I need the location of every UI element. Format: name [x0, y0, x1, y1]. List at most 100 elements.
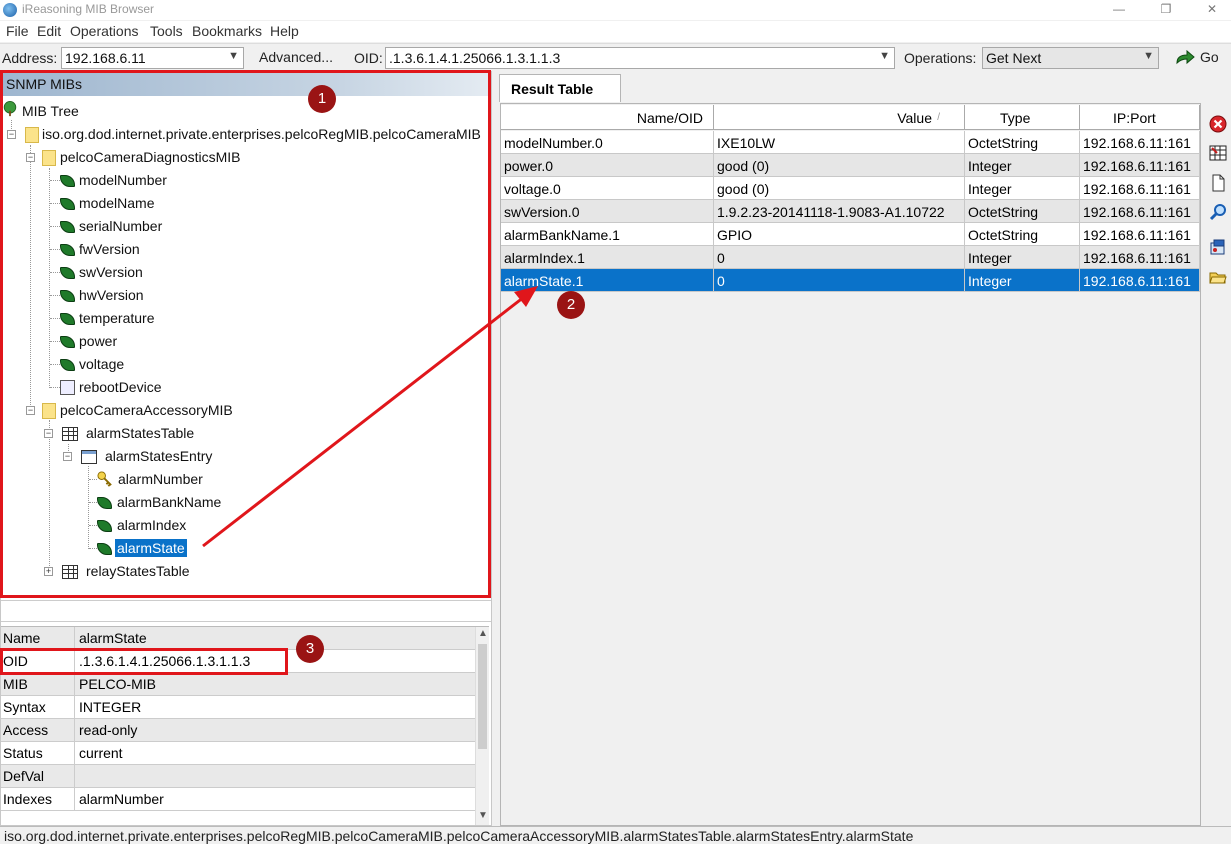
stop-icon[interactable]: [1209, 115, 1227, 133]
property-row: DefVal: [1, 765, 475, 788]
menu-file[interactable]: File: [6, 23, 29, 39]
address-value: 192.168.6.11: [65, 50, 146, 66]
cell-name: power.0: [501, 154, 714, 177]
column-label: Value: [897, 110, 932, 126]
column-header-value[interactable]: Value /: [714, 105, 965, 130]
cell-value: GPIO: [714, 223, 965, 246]
cell-ip-port: 192.168.6.11:161: [1080, 131, 1200, 154]
table-row[interactable]: alarmIndex.1 0 Integer 192.168.6.11:161: [501, 246, 1200, 269]
menu-bar: File Edit Operations Tools Bookmarks Hel…: [0, 21, 1231, 42]
cell-ip-port: 192.168.6.11:161: [1080, 154, 1200, 177]
cell-name: modelNumber.0: [501, 131, 714, 154]
property-value: alarmNumber: [79, 791, 164, 807]
go-arrow-icon: [1176, 50, 1195, 65]
table-row[interactable]: swVersion.0 1.9.2.23-20141118-1.9083-A1.…: [501, 200, 1200, 223]
cell-value: IXE10LW: [714, 131, 965, 154]
grid-icon[interactable]: [1209, 144, 1227, 162]
menu-edit[interactable]: Edit: [37, 23, 61, 39]
cell-name: alarmState.1: [501, 269, 714, 292]
column-header-name-oid[interactable]: Name/OID: [501, 105, 714, 130]
property-row: Status current: [1, 742, 475, 765]
cell-value: 1.9.2.23-20141118-1.9083-A1.10722: [714, 200, 965, 223]
cell-name: alarmIndex.1: [501, 246, 714, 269]
menu-bookmarks[interactable]: Bookmarks: [192, 23, 262, 39]
column-header-ip-port[interactable]: IP:Port: [1080, 105, 1200, 130]
cell-name: voltage.0: [501, 177, 714, 200]
property-name: DefVal: [1, 765, 75, 787]
table-row[interactable]: power.0 good (0) Integer 192.168.6.11:16…: [501, 154, 1200, 177]
annotation-badge-2: 2: [557, 291, 585, 319]
oid-label: OID:: [354, 50, 383, 66]
property-name: MIB: [1, 673, 75, 695]
cell-value: good (0): [714, 177, 965, 200]
property-row: Name alarmState: [1, 627, 475, 650]
cell-ip-port: 192.168.6.11:161: [1080, 177, 1200, 200]
scroll-thumb[interactable]: [478, 644, 487, 749]
cell-type: Integer: [965, 177, 1080, 200]
operations-label: Operations:: [904, 50, 977, 66]
page-icon[interactable]: [1209, 174, 1227, 192]
address-label: Address:: [2, 50, 58, 66]
cell-type: Integer: [965, 269, 1080, 292]
tab-result-table[interactable]: Result Table: [499, 74, 621, 102]
operations-combo[interactable]: Get Next ▼: [982, 47, 1159, 69]
table-row[interactable]: alarmBankName.1 GPIO OctetString 192.168…: [501, 223, 1200, 246]
property-row: Syntax INTEGER: [1, 696, 475, 719]
window-title: iReasoning MIB Browser: [22, 2, 155, 16]
properties-scrollbar[interactable]: ▲ ▼: [475, 627, 489, 825]
property-value: alarmState: [79, 630, 147, 646]
table-row-selected[interactable]: alarmState.1 0 Integer 192.168.6.11:161: [501, 269, 1200, 292]
search-icon[interactable]: [1209, 203, 1227, 221]
annotation-badge-3: 3: [296, 635, 324, 663]
chevron-down-icon[interactable]: ▼: [1143, 50, 1154, 62]
property-value: PELCO-MIB: [79, 676, 157, 692]
cell-type: Integer: [965, 246, 1080, 269]
cell-value: 0: [714, 269, 965, 292]
advanced-button[interactable]: Advanced...: [250, 47, 342, 69]
scroll-down-icon[interactable]: ▼: [478, 810, 488, 821]
property-name: Access: [1, 719, 75, 741]
menu-tools[interactable]: Tools: [150, 23, 183, 39]
close-button[interactable]: ✕: [1189, 0, 1231, 20]
open-folder-icon[interactable]: [1209, 268, 1227, 286]
property-value: current: [79, 745, 123, 761]
column-label: IP:Port: [1113, 110, 1156, 126]
annotation-box-tree: [0, 70, 491, 598]
chevron-down-icon[interactable]: ▼: [228, 50, 239, 62]
menu-operations[interactable]: Operations: [70, 23, 138, 39]
property-name: Name: [1, 627, 75, 649]
pane-divider[interactable]: [1, 600, 491, 622]
toolbar: Address: 192.168.6.11 ▼ Advanced... OID:…: [0, 43, 1231, 71]
export-icon[interactable]: [1209, 238, 1227, 256]
status-text: iso.org.dod.internet.private.enterprises…: [4, 828, 914, 844]
property-value: INTEGER: [79, 699, 142, 715]
cell-name: swVersion.0: [501, 200, 714, 223]
go-button[interactable]: Go: [1172, 47, 1224, 69]
cell-type: OctetString: [965, 200, 1080, 223]
cell-type: OctetString: [965, 223, 1080, 246]
address-combo[interactable]: 192.168.6.11 ▼: [61, 47, 244, 69]
property-row: MIB PELCO-MIB: [1, 673, 475, 696]
oid-combo[interactable]: .1.3.6.1.4.1.25066.1.3.1.1.3 ▼: [385, 47, 895, 69]
maximize-button[interactable]: ❐: [1143, 0, 1189, 20]
menu-help[interactable]: Help: [270, 23, 299, 39]
property-name: Syntax: [1, 696, 75, 718]
annotation-box-oid: [0, 648, 288, 675]
property-row: Access read-only: [1, 719, 475, 742]
cell-name: alarmBankName.1: [501, 223, 714, 246]
property-name: Status: [1, 742, 75, 764]
column-label: Name/OID: [636, 110, 703, 126]
minimize-button[interactable]: —: [1096, 0, 1142, 20]
column-header-type[interactable]: Type: [965, 105, 1080, 130]
scroll-up-icon[interactable]: ▲: [478, 628, 488, 639]
cell-ip-port: 192.168.6.11:161: [1080, 246, 1200, 269]
annotation-badge-1: 1: [308, 85, 336, 113]
table-row[interactable]: voltage.0 good (0) Integer 192.168.6.11:…: [501, 177, 1200, 200]
property-row: Indexes alarmNumber: [1, 788, 475, 811]
status-bar: iso.org.dod.internet.private.enterprises…: [0, 826, 1231, 844]
cell-ip-port: 192.168.6.11:161: [1080, 269, 1200, 292]
table-row[interactable]: modelNumber.0 IXE10LW OctetString 192.16…: [501, 131, 1200, 154]
app-icon: [3, 3, 17, 17]
cell-type: OctetString: [965, 131, 1080, 154]
chevron-down-icon[interactable]: ▼: [879, 50, 890, 62]
